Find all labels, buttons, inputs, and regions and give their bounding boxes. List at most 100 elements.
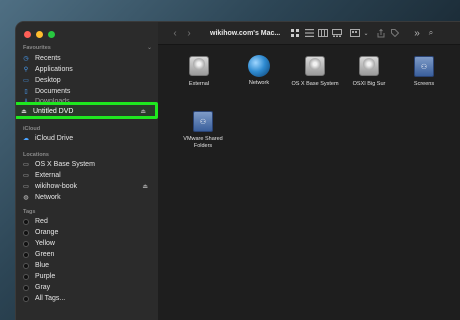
file-label: OS X Base System	[291, 81, 339, 87]
sidebar-item-label: wikihow-book	[35, 183, 78, 190]
applications-icon: ⚲	[23, 67, 29, 73]
tag-icon[interactable]	[388, 29, 402, 37]
disk-icon: ▭	[23, 184, 29, 190]
tag-dot-icon	[22, 218, 30, 226]
sidebar-item-desktop[interactable]: ▭ Desktop	[22, 75, 154, 86]
close-button[interactable]	[24, 31, 31, 38]
file-label: OSXI Big Sur	[352, 81, 386, 87]
shared-server-icon: ⚇	[413, 54, 435, 78]
column-view-icon[interactable]	[316, 29, 330, 37]
finder-window: Favourites ⌄ ◷ Recents ⚲ Applications ▭ …	[16, 22, 460, 320]
tag-dot-icon	[22, 251, 30, 259]
toolbar: ‹ › wikihow.com's Mac... ⌄ » ⌕	[158, 22, 460, 45]
sidebar-item-label: OS X Base System	[35, 161, 95, 168]
eject-icon[interactable]: ⏏	[142, 183, 148, 190]
network-globe-icon	[248, 55, 270, 77]
favourites-header: Favourites	[23, 45, 51, 51]
sidebar-item-label: Blue	[35, 262, 50, 269]
more-icon[interactable]: »	[410, 28, 424, 39]
selected-item-highlight: ⏏ Untitled DVD ⏏	[16, 102, 158, 119]
disk-icon: ▭	[23, 173, 29, 179]
sidebar-item-tag-yellow[interactable]: Yellow	[22, 238, 154, 249]
tag-dot-icon	[22, 240, 30, 248]
network-icon: ◍	[23, 195, 29, 201]
file-label: Screens	[413, 81, 435, 87]
sidebar-item-label: Red	[35, 218, 48, 225]
share-icon[interactable]	[374, 28, 388, 38]
file-item-external[interactable]: External	[172, 54, 226, 88]
eject-icon[interactable]: ⏏	[140, 108, 146, 115]
tags-header: Tags	[23, 209, 36, 215]
sidebar-item-tag-orange[interactable]: Orange	[22, 227, 154, 238]
sidebar-item-tag-gray[interactable]: Gray	[22, 282, 154, 293]
sidebar-item-label: Green	[35, 251, 55, 258]
file-label: VMware Shared Folders	[183, 136, 223, 149]
sidebar-item-label: Documents	[35, 88, 71, 95]
sidebar-item-label: Yellow	[35, 240, 55, 247]
zoom-button[interactable]	[48, 31, 55, 38]
sidebar-item-label: Orange	[35, 229, 59, 236]
sidebar-item-label: External	[35, 172, 61, 179]
sidebar: Favourites ⌄ ◷ Recents ⚲ Applications ▭ …	[16, 22, 159, 320]
sidebar-item-label: Network	[35, 194, 61, 201]
tag-dot-icon	[22, 229, 30, 237]
sidebar-item-tag-red[interactable]: Red	[22, 216, 154, 227]
sidebar-item-wikihow-book[interactable]: ▭ wikihow-book ⏏	[22, 181, 154, 192]
file-item-vmware-shared-folders[interactable]: ⚇ VMware Shared Folders	[176, 109, 230, 150]
sidebar-item-icloud-drive[interactable]: ☁ iCloud Drive	[22, 133, 154, 144]
sidebar-item-label: Recents	[35, 55, 61, 62]
shared-server-icon: ⚇	[192, 109, 214, 133]
sidebar-item-os-x-base-system[interactable]: ▭ OS X Base System	[22, 159, 154, 170]
forward-button[interactable]: ›	[182, 28, 196, 39]
dvd-icon: ⏏	[21, 109, 27, 115]
file-item-osxi-big-sur[interactable]: OSXI Big Sur	[342, 54, 396, 88]
chevron-down-icon[interactable]: ⌄	[147, 44, 152, 51]
file-label: Network	[248, 80, 270, 86]
tag-dot-icon	[22, 284, 30, 292]
sidebar-item-untitled-dvd[interactable]: ⏏ Untitled DVD ⏏	[20, 106, 152, 117]
chevron-down-icon[interactable]: ⌄	[362, 30, 370, 37]
window-controls	[24, 31, 55, 38]
clock-icon: ◷	[23, 56, 29, 62]
hard-disk-icon	[188, 54, 210, 78]
sidebar-item-tag-green[interactable]: Green	[22, 249, 154, 260]
sidebar-item-label: Purple	[35, 273, 56, 280]
disk-icon: ▭	[23, 162, 29, 168]
file-browser: External Network OS X Base System OSXI B…	[158, 45, 460, 320]
sidebar-item-tag-purple[interactable]: Purple	[22, 271, 154, 282]
sidebar-item-network[interactable]: ◍ Network	[22, 192, 154, 203]
sidebar-item-label: Applications	[35, 66, 73, 73]
search-icon[interactable]: ⌕	[424, 28, 438, 38]
file-item-screens[interactable]: ⚇ Screens	[397, 54, 451, 88]
back-button[interactable]: ‹	[168, 28, 182, 39]
desktop-icon: ▭	[23, 78, 29, 84]
file-label: External	[188, 81, 210, 87]
sidebar-item-all-tags[interactable]: All Tags...	[22, 293, 154, 304]
document-icon: ▯	[24, 89, 28, 95]
sidebar-item-applications[interactable]: ⚲ Applications	[22, 64, 154, 75]
sidebar-item-label: Gray	[35, 284, 51, 291]
sidebar-item-external[interactable]: ▭ External	[22, 170, 154, 181]
locations-header: Locations	[23, 152, 49, 158]
sidebar-item-label: iCloud Drive	[35, 135, 74, 142]
icloud-header: iCloud	[23, 126, 41, 132]
sidebar-item-tag-blue[interactable]: Blue	[22, 260, 154, 271]
icon-view-icon[interactable]	[288, 29, 302, 37]
file-item-network[interactable]: Network	[232, 54, 286, 87]
sidebar-item-recents[interactable]: ◷ Recents	[22, 53, 154, 64]
file-item-os-x-base-system[interactable]: OS X Base System	[288, 54, 342, 88]
group-icon[interactable]	[348, 29, 362, 37]
tag-dot-icon	[22, 262, 30, 270]
hard-disk-icon	[304, 54, 326, 78]
gallery-view-icon[interactable]	[330, 29, 344, 37]
list-view-icon[interactable]	[302, 29, 316, 37]
minimize-button[interactable]	[36, 31, 43, 38]
window-title: wikihow.com's Mac...	[210, 29, 281, 37]
tag-dot-icon	[22, 273, 30, 281]
hard-disk-icon	[358, 54, 380, 78]
sidebar-item-label: Desktop	[35, 77, 61, 84]
tag-dot-icon	[22, 295, 30, 303]
cloud-icon: ☁	[23, 136, 29, 142]
sidebar-item-label: Untitled DVD	[33, 108, 74, 115]
sidebar-item-label: All Tags...	[35, 295, 66, 302]
